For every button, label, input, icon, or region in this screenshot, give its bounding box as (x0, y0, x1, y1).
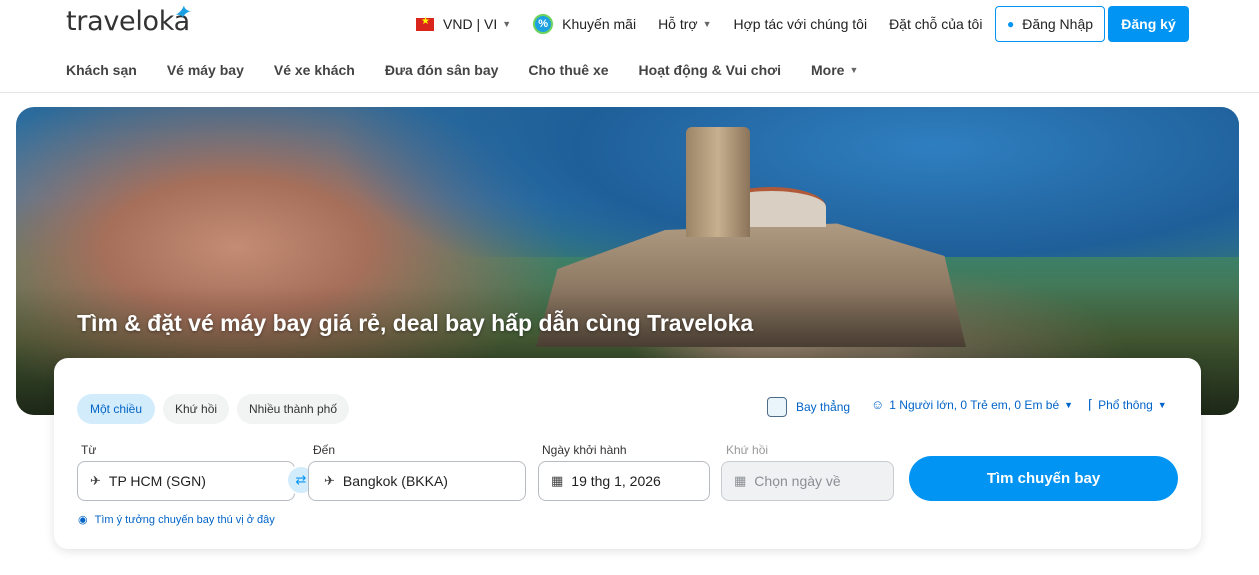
flight-ideas-link[interactable]: ◉ Tìm ý tưởng chuyến bay thú vị ở đây (78, 513, 275, 527)
product-nav-bus[interactable]: Vé xe khách (274, 62, 355, 78)
search-flights-button[interactable]: Tìm chuyến bay (909, 456, 1178, 501)
vietnam-flag-icon (416, 16, 434, 31)
chevron-down-icon: ▼ (849, 65, 859, 75)
percent-icon: % (533, 14, 554, 34)
to-input[interactable]: ✈ Bangkok (BKKA) (308, 461, 526, 501)
from-input[interactable]: ✈ TP HCM (SGN) (77, 461, 295, 501)
passenger-selector[interactable]: ☺ 1 Người lớn, 0 Trẻ em, 0 Em bé ▼ (871, 397, 1073, 412)
hero-tower-image (686, 127, 750, 237)
product-nav-activities[interactable]: Hoạt động & Vui chơi (639, 62, 781, 78)
flight-search-card: Một chiều Khứ hồi Nhiều thành phố Bay th… (54, 358, 1201, 549)
cabin-class-selector[interactable]: ⌈ Phổ thông ▼ (1088, 397, 1167, 413)
depart-date-input[interactable]: ▦ 19 thg 1, 2026 (538, 461, 710, 501)
trip-type-multi-city[interactable]: Nhiều thành phố (237, 394, 349, 424)
chevron-down-icon: ▼ (702, 19, 712, 29)
trip-type-one-way[interactable]: Một chiều (77, 394, 155, 424)
user-icon: ● (1006, 17, 1015, 31)
product-nav-more[interactable]: More ▼ (811, 62, 858, 78)
product-nav-airport-transfer[interactable]: Đưa đón sân bay (385, 62, 499, 78)
seat-icon: ⌈ (1088, 397, 1094, 412)
chevron-down-icon: ▼ (1064, 399, 1074, 410)
header: traveloka VND | VI ▼ % Khuyến mãi Hỗ trợ… (0, 0, 1259, 93)
to-label: Đến (313, 443, 336, 457)
nav-partner[interactable]: Hợp tác với chúng tôi (734, 16, 868, 32)
login-button[interactable]: ● Đăng Nhập (995, 6, 1105, 42)
landing-icon: ✈ (324, 473, 335, 488)
product-nav-hotels[interactable]: Khách sạn (66, 62, 137, 78)
bird-logo-icon (175, 5, 192, 18)
direct-flight-toggle[interactable]: Bay thẳng (767, 397, 850, 417)
currency-selector[interactable]: VND | VI ▼ (416, 16, 511, 32)
nav-support[interactable]: Hỗ trợ ▼ (658, 16, 711, 32)
currency-label: VND | VI (443, 16, 498, 32)
top-nav: VND | VI ▼ % Khuyến mãi Hỗ trợ ▼ Hợp tác… (416, 7, 1004, 41)
trip-type-round-trip[interactable]: Khứ hồi (163, 394, 229, 424)
traveloka-logo[interactable]: traveloka (66, 6, 190, 37)
product-nav-car-rental[interactable]: Cho thuê xe (528, 62, 608, 78)
passengers-icon: ☺ (871, 397, 885, 412)
depart-date-label: Ngày khởi hành (542, 443, 627, 457)
takeoff-icon: ✈ (90, 473, 101, 488)
chevron-down-icon: ▼ (502, 19, 512, 29)
nav-my-bookings[interactable]: Đặt chỗ của tôi (889, 16, 982, 32)
chevron-down-icon: ▼ (1157, 400, 1167, 410)
from-label: Từ (81, 443, 97, 457)
return-date-input[interactable]: ▦ Chọn ngày về (721, 461, 894, 501)
calendar-icon: ▦ (551, 473, 564, 488)
register-button[interactable]: Đăng ký (1108, 6, 1189, 42)
calendar-icon: ▦ (734, 473, 747, 488)
location-pin-icon: ◉ (78, 514, 88, 526)
product-nav: Khách sạn Vé máy bay Vé xe khách Đưa đón… (66, 62, 888, 78)
product-nav-flights[interactable]: Vé máy bay (167, 62, 244, 78)
hero-title: Tìm & đặt vé máy bay giá rẻ, deal bay hấ… (77, 310, 754, 336)
nav-promotions[interactable]: % Khuyến mãi (533, 14, 636, 34)
direct-flight-checkbox[interactable] (767, 397, 787, 417)
return-date-label: Khứ hồi (726, 443, 769, 457)
